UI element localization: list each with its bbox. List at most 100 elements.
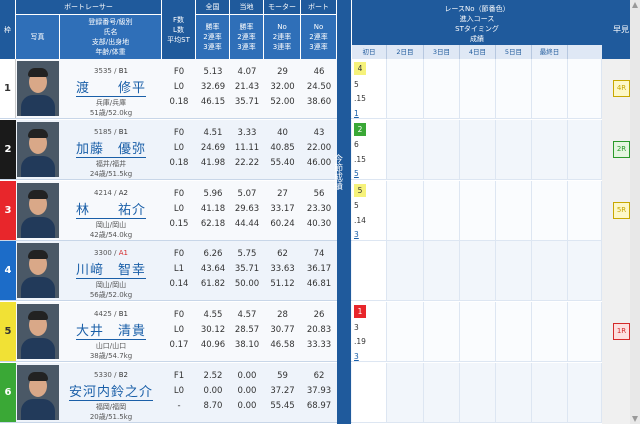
header-konsetsu-top xyxy=(337,0,352,59)
result-rank[interactable]: 5 xyxy=(354,166,366,181)
racer-name[interactable]: 加藤 優弥 xyxy=(75,138,146,158)
racer-info: 3535 / B1 渡 修平 兵庫/兵庫 51歳/52.0kg xyxy=(60,67,162,118)
result-cell xyxy=(460,119,496,180)
result-cell xyxy=(460,241,496,302)
header-waku: 枠 xyxy=(0,0,16,59)
racer-name[interactable]: 安河内鈴之介 xyxy=(68,381,153,401)
zenkoku-stats: 4.51 24.69 41.98 xyxy=(200,127,226,168)
racer-photo xyxy=(17,243,59,299)
tochi-stats: 5.75 35.71 50.00 xyxy=(234,249,260,290)
boat-stats: 74 36.17 46.81 xyxy=(306,249,332,290)
racer-branch: 福岡/福岡 xyxy=(95,403,127,411)
result-cell xyxy=(568,180,602,241)
result-cell xyxy=(460,363,496,423)
result-cell xyxy=(387,363,424,423)
racer-age-weight: 42歳/54.0kg xyxy=(89,230,133,239)
motor-stats: 27 33.17 60.24 xyxy=(270,188,295,229)
reg-number: 3300 xyxy=(94,249,112,258)
day-header: 2日目 xyxy=(387,45,424,59)
race-number-badge[interactable]: 4 xyxy=(354,62,366,75)
day-header: 初日 xyxy=(352,45,387,59)
racer-row: 6 5330 / B2 安河内鈴之介 福岡/福岡 20歳/51.5kg F1 L0… xyxy=(0,363,352,423)
days-header: 初日 2日目 3日目 4日目 5日目 最終日 xyxy=(352,45,602,59)
result-cell xyxy=(352,363,387,423)
zenkoku-stats: 2.52 0.00 8.70 xyxy=(203,371,223,411)
results-grid: 4 5.15 1 2 6.15 5 5 5.14 3 1 3.19 3 xyxy=(352,59,602,424)
racer-photo xyxy=(17,304,59,360)
result-cell xyxy=(496,302,532,363)
racer-class: A2 xyxy=(118,188,128,197)
racer-name[interactable]: 大井 清貴 xyxy=(75,320,146,341)
boat-stats: 56 23.30 40.30 xyxy=(306,188,332,229)
race-number-badge[interactable]: 2 xyxy=(354,122,366,136)
boat-stats: 62 37.93 68.97 xyxy=(306,371,332,411)
zenkoku-stats: 4.55 30.12 40.96 xyxy=(200,310,226,351)
fls-stats: F0 L0 0.17 xyxy=(169,310,189,351)
result-cell xyxy=(568,302,602,363)
course-entry: 3 xyxy=(354,322,359,332)
racer-row: 1 3535 / B1 渡 修平 兵庫/兵庫 51歳/52.0kg F0 L0 0.… xyxy=(0,59,352,119)
racer-name[interactable]: 渡 修平 xyxy=(75,77,146,97)
header-boat-racer: ボートレーサー xyxy=(16,0,162,14)
st-timing: .19 xyxy=(354,337,366,347)
result-rank[interactable]: 1 xyxy=(354,106,366,121)
tochi-stats: 3.33 11.11 22.22 xyxy=(234,127,260,168)
racer-branch: 福井/福井 xyxy=(95,159,127,168)
racer-photo xyxy=(17,121,59,177)
zenkoku-stats: 5.96 41.18 62.18 xyxy=(200,188,226,229)
header-zenkoku: 全国 xyxy=(196,0,230,14)
result-cell xyxy=(424,59,460,119)
tochi-stats: 0.00 0.00 0.00 xyxy=(237,371,257,411)
result-cell xyxy=(496,241,532,302)
header-motor: モーター xyxy=(264,0,301,14)
header-motor-cols: No 2連率 3連率 xyxy=(264,14,301,59)
racer-name[interactable]: 川﨑 智幸 xyxy=(75,259,146,280)
result-cell xyxy=(387,302,424,363)
racer-info: 3300 / A1 川﨑 智幸 岡山/岡山 56歳/52.0kg xyxy=(60,249,162,300)
racer-age-weight: 56歳/52.0kg xyxy=(89,291,133,300)
result-cell xyxy=(496,363,532,423)
race-number-badge[interactable]: 1 xyxy=(354,305,366,319)
result-cell xyxy=(568,59,602,119)
tochi-stats: 4.57 28.57 38.10 xyxy=(234,310,260,351)
yoso-race-badge[interactable]: 5R xyxy=(613,201,630,219)
header-zenkoku-cols: 勝率 2連率 3連率 xyxy=(196,14,230,59)
waku-number: 3 xyxy=(0,180,16,240)
day-header: 4日目 xyxy=(460,45,496,59)
results-header: レースNo（節番色） 進入コース STタイミング 成績 xyxy=(352,0,602,45)
racer-age-weight: 51歳/52.0kg xyxy=(89,109,133,117)
reg-number: 5330 xyxy=(94,371,112,379)
yoso-race-badge[interactable]: 2R xyxy=(613,140,630,158)
waku-number: 2 xyxy=(0,119,16,179)
racer-class: A1 xyxy=(118,249,128,258)
reg-number: 4214 xyxy=(94,188,112,197)
yoso-race-badge[interactable]: 1R xyxy=(613,323,630,341)
fls-stats: F0 L0 0.18 xyxy=(169,127,189,168)
result-cell xyxy=(424,302,460,363)
reg-number: 4425 xyxy=(94,310,112,319)
racer-age-weight: 24歳/51.5kg xyxy=(89,169,133,178)
motor-stats: 29 32.00 52.00 xyxy=(270,67,295,107)
racer-photo xyxy=(17,182,59,238)
racer-photo xyxy=(17,61,59,116)
waku-number: 5 xyxy=(0,302,16,362)
result-cell xyxy=(568,119,602,180)
race-number-badge[interactable]: 5 xyxy=(354,183,366,197)
result-cell xyxy=(387,59,424,119)
course-entry: 5 xyxy=(354,79,359,89)
result-cell xyxy=(496,180,532,241)
result-cell xyxy=(387,119,424,180)
racer-row: 2 5185 / B1 加藤 優弥 福井/福井 24歳/51.5kg F0 L0 0… xyxy=(0,119,352,180)
header-tochi: 当地 xyxy=(230,0,264,14)
motor-stats: 28 30.77 46.58 xyxy=(270,310,295,351)
fls-stats: F1 L0- xyxy=(173,371,185,411)
yoso-race-badge[interactable]: 4R xyxy=(613,80,630,97)
racer-name[interactable]: 林 祐介 xyxy=(75,199,146,219)
scrollbar[interactable] xyxy=(630,0,640,424)
fls-stats: F0 L0 0.15 xyxy=(169,188,189,229)
result-rank[interactable]: 3 xyxy=(354,349,366,364)
racer-row: 3 4214 / A2 林 祐介 岡山/岡山 42歳/54.0kg F0 L0 0.… xyxy=(0,180,352,241)
day-header: 3日目 xyxy=(424,45,460,59)
result-rank[interactable]: 3 xyxy=(354,227,366,242)
result-cell xyxy=(496,119,532,180)
